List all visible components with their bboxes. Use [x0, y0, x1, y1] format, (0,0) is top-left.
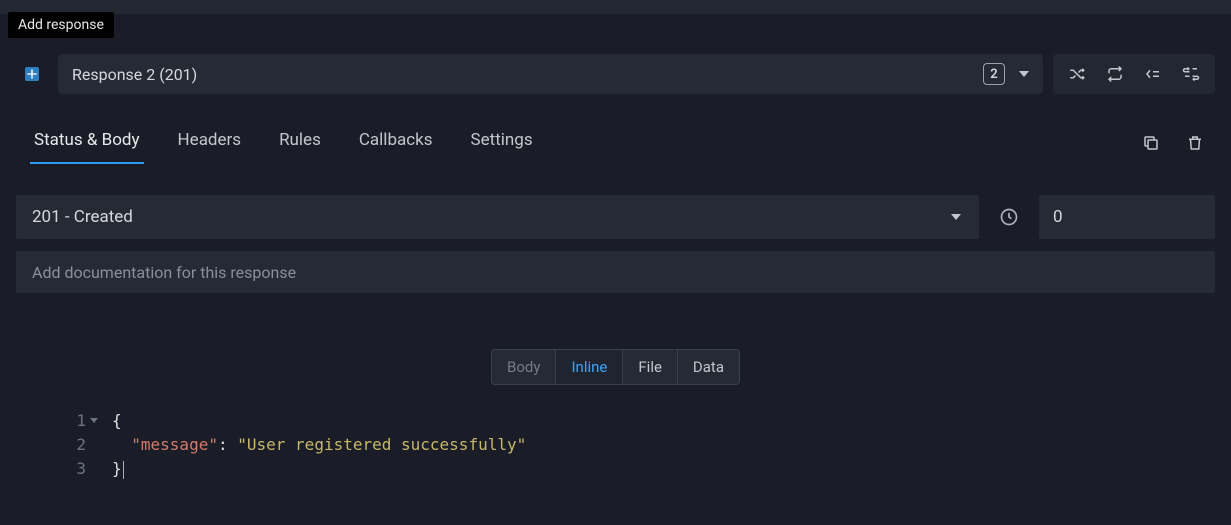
delay-value: 0 — [1053, 207, 1063, 227]
tabs: Status & Body Headers Rules Callbacks Se… — [16, 122, 537, 164]
collapse-icon — [1144, 65, 1162, 83]
line-number: 2 — [16, 433, 86, 457]
add-response-button[interactable] — [16, 54, 48, 94]
delete-button[interactable] — [1185, 133, 1205, 153]
code-token: { — [112, 411, 122, 430]
tab-callbacks[interactable]: Callbacks — [355, 122, 437, 164]
code-token: } — [112, 459, 122, 478]
shuffle-button[interactable] — [1067, 64, 1087, 84]
body-mode-tabs: Body Inline File Data — [491, 349, 740, 385]
tab-rules[interactable]: Rules — [275, 122, 325, 164]
tab-settings[interactable]: Settings — [467, 122, 537, 164]
editor-gutter: 1 2 3 — [16, 409, 96, 481]
repeat-button[interactable] — [1105, 64, 1125, 84]
editor-cursor — [123, 461, 124, 479]
window-topbar — [0, 0, 1231, 14]
copy-button[interactable] — [1141, 133, 1161, 153]
code-token: "User registered successfully" — [237, 435, 526, 454]
response-dropdown-caret[interactable] — [1019, 71, 1029, 77]
response-toolbar — [1053, 54, 1215, 94]
status-code-label: 201 - Created — [32, 207, 133, 227]
editor-content[interactable]: { "message": "User registered successful… — [96, 409, 526, 481]
code-editor[interactable]: 1 2 3 { "message": "User registered succ… — [16, 409, 1215, 481]
repeat-icon — [1106, 65, 1124, 83]
status-row: 201 - Created 0 — [16, 195, 1215, 239]
response-name-input[interactable]: Response 2 (201) 2 — [58, 54, 1043, 94]
documentation-placeholder: Add documentation for this response — [32, 263, 296, 282]
line-number: 1 — [16, 409, 86, 433]
tab-actions — [1141, 133, 1215, 153]
body-tab-body: Body — [492, 350, 555, 384]
response-header-row: Response 2 (201) 2 — [16, 54, 1215, 94]
chevron-down-icon — [951, 214, 961, 220]
trash-icon — [1186, 134, 1204, 152]
tab-status-body[interactable]: Status & Body — [30, 122, 144, 164]
response-count-badge[interactable]: 2 — [983, 63, 1005, 85]
body-tab-inline[interactable]: Inline — [555, 350, 622, 384]
delay-icon-wrap — [991, 195, 1027, 239]
copy-icon — [1142, 134, 1160, 152]
body-tab-data[interactable]: Data — [677, 350, 739, 384]
code-token: "message" — [131, 435, 218, 454]
add-response-tooltip: Add response — [8, 12, 114, 38]
documentation-input[interactable]: Add documentation for this response — [16, 251, 1215, 293]
delay-input[interactable]: 0 — [1039, 195, 1215, 239]
status-code-select[interactable]: 201 - Created — [16, 195, 979, 239]
tab-headers[interactable]: Headers — [174, 122, 246, 164]
collapse-button[interactable] — [1143, 64, 1163, 84]
format-button[interactable] — [1181, 64, 1201, 84]
shuffle-icon — [1068, 65, 1086, 83]
code-token: : — [218, 435, 228, 454]
line-number: 3 — [16, 457, 86, 481]
plus-square-icon — [24, 66, 40, 82]
response-name-text: Response 2 (201) — [72, 65, 197, 84]
format-icon — [1182, 65, 1200, 83]
body-tab-file[interactable]: File — [622, 350, 677, 384]
tabs-row: Status & Body Headers Rules Callbacks Se… — [16, 122, 1215, 165]
clock-icon — [999, 207, 1019, 227]
